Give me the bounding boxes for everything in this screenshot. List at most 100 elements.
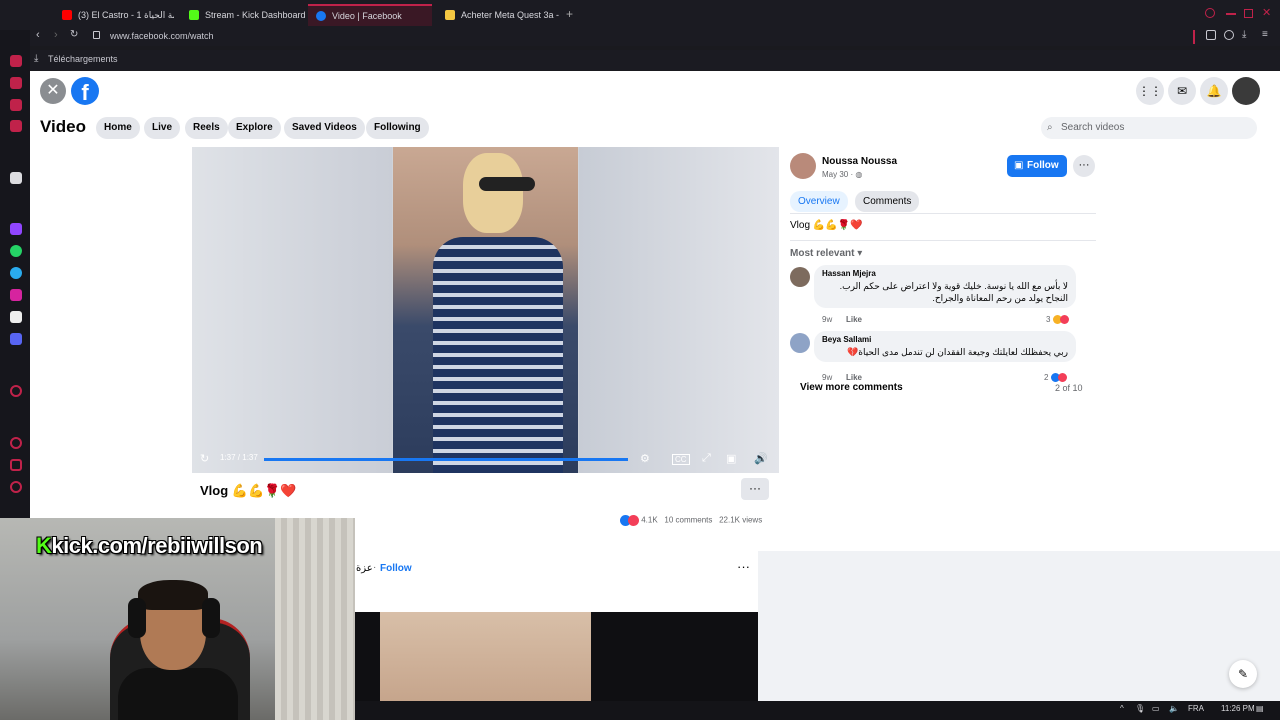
next-post-thumbnail [380, 612, 591, 701]
download-icon[interactable]: ⤓ [1242, 29, 1246, 40]
minimize-icon[interactable] [1226, 13, 1236, 15]
nav-home[interactable]: Home [96, 117, 140, 139]
video-progress-bar[interactable] [264, 458, 628, 461]
tab-overview[interactable]: Overview [790, 191, 848, 212]
notification-center-icon[interactable]: ▤ [1256, 704, 1264, 713]
settings-gear-icon[interactable]: ⚙ [640, 452, 650, 465]
facebook-logo[interactable]: f [71, 77, 99, 105]
whatsapp-icon[interactable] [10, 245, 22, 257]
crypto-icon[interactable] [10, 172, 22, 184]
next-post-card: عزة · Follow ··· [355, 551, 758, 701]
tab-youtube[interactable]: (3) El Castro - 1 ﺑﺴﻤﺔ ﺍﻟﺤﻴﺎﺓ [54, 4, 174, 26]
lock-icon [93, 31, 100, 39]
commenter-name[interactable]: Beya Sallami [822, 335, 1068, 344]
close-window-icon[interactable]: ✕ [1262, 6, 1271, 19]
video-details-panel: Noussa Noussa May 30 · ◍ ▣ Follow ··· Ov… [786, 147, 1100, 407]
search-input[interactable]: ⌕ Search videos [1041, 117, 1257, 139]
comment-text: ربي يحفظلك لعايلتك وجيعة الفقدان لن تندم… [847, 347, 1068, 357]
twitch-icon[interactable] [10, 223, 22, 235]
comment-age: 9w [822, 373, 833, 382]
settings-icon[interactable] [10, 481, 22, 493]
tab-facebook[interactable]: Video | Facebook [308, 4, 432, 26]
mail-icon[interactable] [10, 120, 22, 132]
comment-sort-dropdown[interactable]: Most relevant ▾ [790, 248, 862, 259]
clock-icon[interactable] [10, 437, 22, 449]
tab-kick[interactable]: Stream - Kick Dashboard [181, 4, 305, 26]
downloads-label[interactable]: Téléchargements [48, 54, 118, 64]
volume-icon[interactable]: 🔊 [754, 452, 768, 465]
divider [790, 240, 1096, 241]
reload-icon[interactable]: ↻ [70, 29, 78, 40]
telegram-icon[interactable] [10, 267, 22, 279]
extensions-icon[interactable] [10, 459, 22, 471]
language-indicator[interactable]: FRA [1188, 704, 1204, 713]
maximize-icon[interactable] [1244, 9, 1253, 18]
commenter-avatar[interactable] [790, 333, 810, 353]
next-post-video[interactable] [355, 612, 758, 701]
search-tabs-icon[interactable] [1205, 8, 1215, 18]
clock[interactable]: 11:26 PM [1221, 704, 1255, 713]
network-icon[interactable]: ▭ [1152, 704, 1160, 713]
next-post-more-icon[interactable]: ··· [737, 559, 750, 574]
tray-chevron-icon[interactable]: ^ [1120, 704, 1124, 713]
nav-explore[interactable]: Explore [228, 117, 281, 139]
video-player[interactable]: ↻ 1:37 / 1:37 ⚙ CC ⤢ ▣ 🔊 [192, 147, 779, 473]
comment-reactions[interactable]: 2 [1044, 373, 1067, 383]
view-count: 22.1K views [719, 515, 763, 525]
follow-button[interactable]: ▣ Follow [1007, 155, 1067, 177]
forward-icon[interactable]: › [54, 29, 58, 41]
divider [790, 213, 1096, 214]
commenter-avatar[interactable] [790, 267, 810, 287]
extensions-puzzle-icon[interactable] [1206, 30, 1216, 40]
compose-edit-icon[interactable]: ✎ [1229, 660, 1257, 688]
author-more-button[interactable]: ··· [1073, 155, 1095, 177]
new-tab-button[interactable]: + [566, 7, 573, 21]
reaction-count[interactable]: 4.1K [641, 516, 657, 525]
volume-tray-icon[interactable]: 🔈 [1169, 704, 1179, 713]
video-more-button[interactable]: ··· [741, 478, 769, 500]
nav-following[interactable]: Following [366, 117, 429, 139]
aria-icon[interactable] [10, 55, 22, 67]
menu-grid-icon[interactable]: ⋮⋮ [1136, 77, 1164, 105]
close-button[interactable]: ✕ [40, 78, 66, 104]
commenter-name[interactable]: Hassan Mjejra [822, 269, 1068, 278]
discord-icon[interactable] [10, 333, 22, 345]
tab-meta[interactable]: Acheter Meta Quest 3a - M [437, 4, 561, 26]
url-input[interactable]: www.facebook.com/watch [110, 31, 214, 41]
menu-icon[interactable]: ≡ [1262, 29, 1268, 40]
workspace-icon[interactable] [10, 77, 22, 89]
messenger-icon[interactable]: ✉ [1168, 77, 1196, 105]
microphone-icon[interactable]: 🎙 [1135, 704, 1145, 713]
next-post-follow-link[interactable]: Follow [380, 563, 412, 574]
captions-icon[interactable]: CC [672, 454, 690, 465]
follow-icon: ▣ [1014, 160, 1024, 171]
headset-icon [128, 598, 146, 638]
instagram-icon[interactable] [10, 289, 22, 301]
comment-like-button[interactable]: Like [846, 373, 862, 382]
tiktok-icon[interactable] [10, 311, 22, 323]
view-more-comments-link[interactable]: View more comments [800, 382, 903, 393]
replay-icon[interactable]: ↻ [200, 452, 209, 465]
fullscreen-icon[interactable]: ⤢ [702, 452, 711, 465]
player-icon[interactable] [10, 99, 22, 111]
nav-saved-videos[interactable]: Saved Videos [284, 117, 365, 139]
author-avatar[interactable] [790, 153, 816, 179]
back-icon[interactable]: ‹ [36, 29, 40, 41]
comment-count[interactable]: 10 comments [664, 516, 712, 525]
comment-like-button[interactable]: Like [846, 315, 862, 324]
notifications-bell-icon[interactable]: 🔔 [1200, 77, 1228, 105]
nav-reels[interactable]: Reels [185, 117, 228, 139]
profile-avatar[interactable] [1232, 77, 1260, 105]
downloads-bar: ⤓ Téléchargements [30, 50, 1280, 70]
comment-reactions[interactable]: 3 [1046, 315, 1069, 325]
nav-live[interactable]: Live [144, 117, 181, 139]
profile-icon[interactable] [1224, 30, 1234, 40]
tab-comments[interactable]: Comments [855, 191, 920, 212]
picture-in-picture-icon[interactable]: ▣ [726, 452, 736, 465]
next-post-author[interactable]: عزة [356, 563, 373, 574]
video-nav: Video Home Live Reels Explore Saved Vide… [30, 111, 1280, 145]
love-reaction-icon [1057, 373, 1067, 383]
author-name[interactable]: Noussa Noussa [822, 156, 897, 167]
love-reaction-icon [628, 515, 639, 526]
history-icon[interactable] [10, 385, 22, 397]
